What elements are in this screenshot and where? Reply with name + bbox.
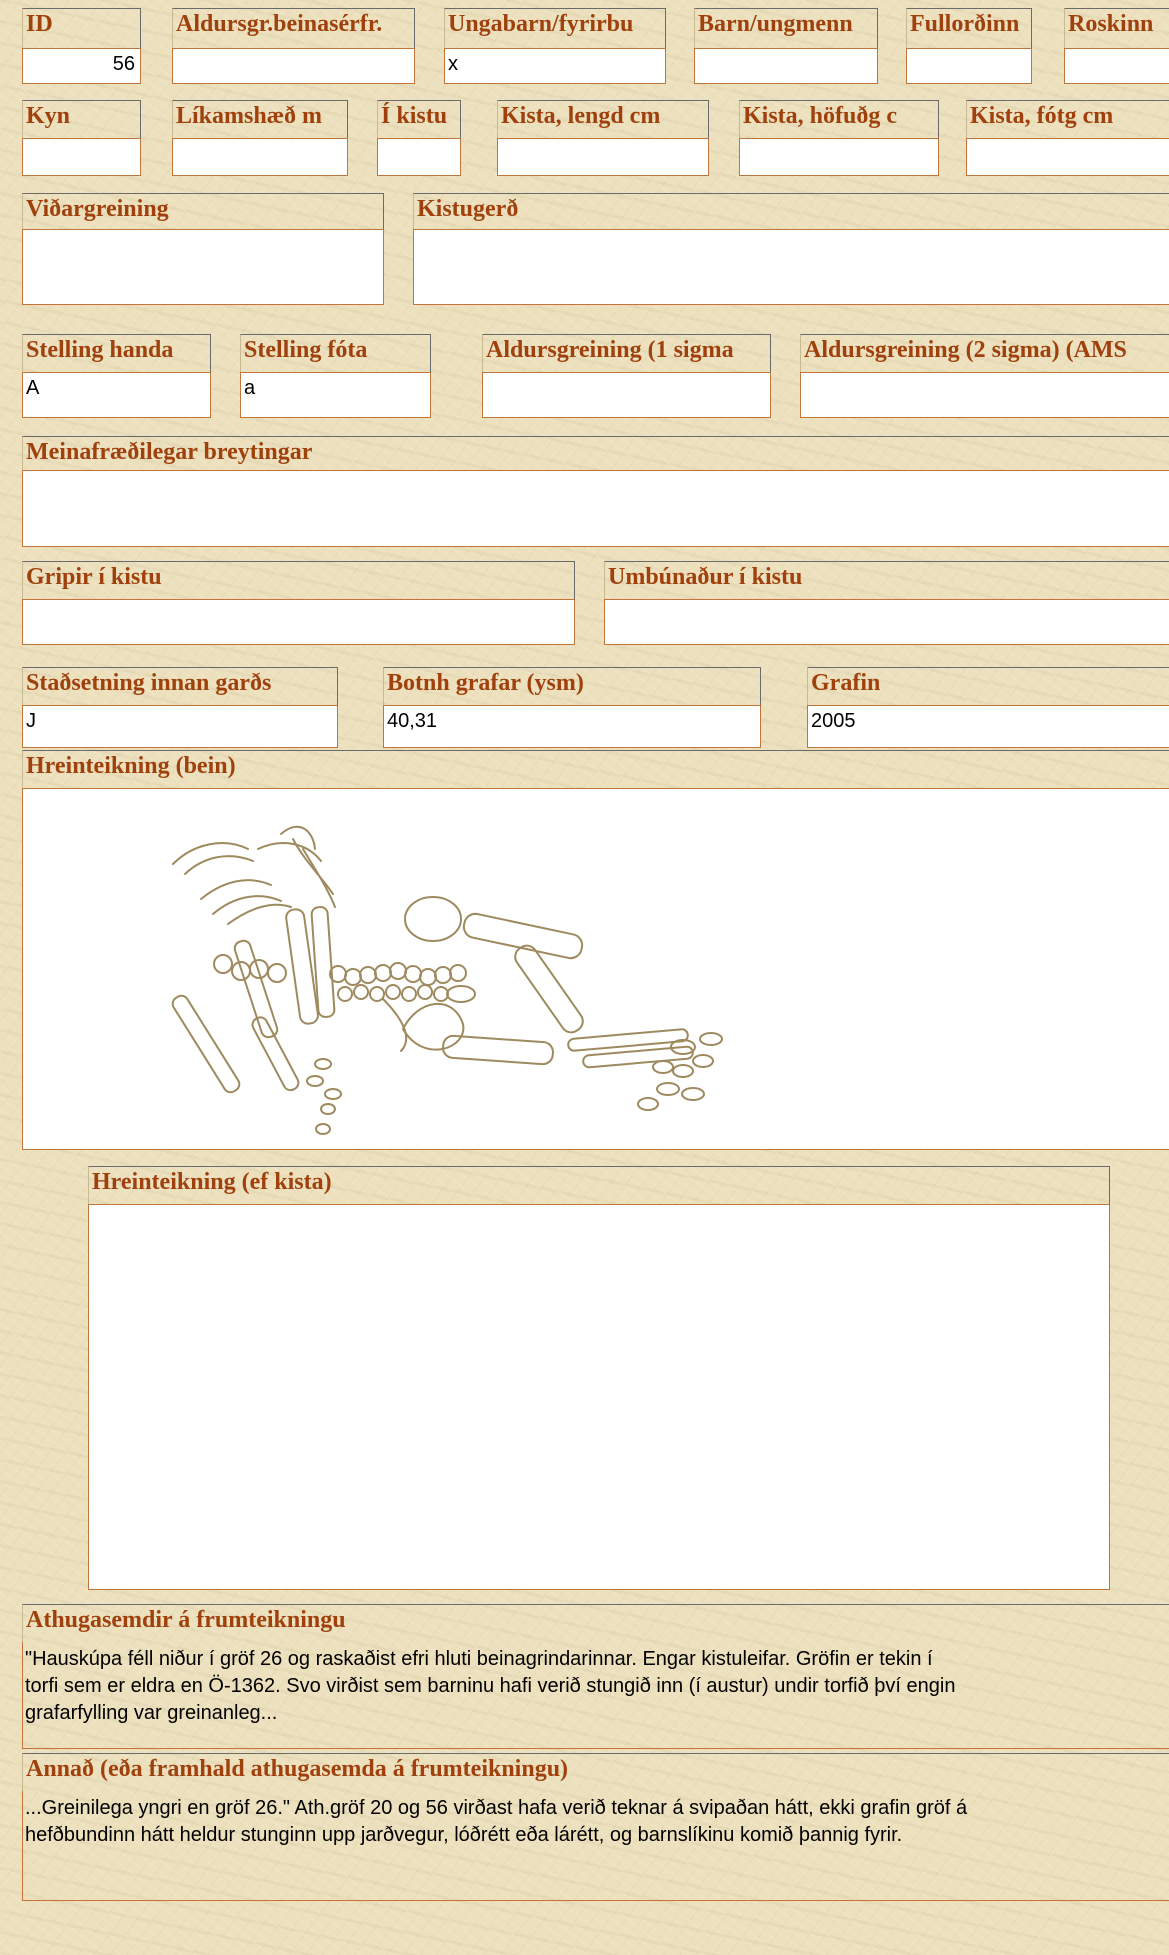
label-grafin: Grafin	[807, 667, 1169, 705]
kista-lengd-field[interactable]	[497, 138, 709, 176]
kista-fotg-field[interactable]	[966, 138, 1169, 176]
umbunadur-field[interactable]	[604, 599, 1169, 645]
athugasemdir-line-3: grafarfylling var greinanleg...	[25, 1702, 278, 1724]
stadsetning-field[interactable]: J	[22, 705, 338, 748]
label-hreinteikning-kista: Hreinteikning (ef kista)	[88, 1166, 1110, 1204]
athugasemdir-line-2: torfi sem er eldra en Ö-1362. Svo virðis…	[25, 1675, 956, 1697]
kyn-field[interactable]	[22, 138, 141, 176]
aldursgr-beinasfr-field[interactable]	[172, 48, 415, 84]
label-meinafraedilegar: Meinafræðilegar breytingar	[22, 436, 1169, 470]
label-kistugerd: Kistugerð	[413, 193, 1169, 229]
barn-ungmenn-field[interactable]	[694, 48, 878, 84]
stelling-fota-field[interactable]: a	[240, 372, 431, 418]
annad-line-2: hefðbundinn hátt heldur stunginn upp jar…	[25, 1824, 903, 1846]
annad-field[interactable]: ...Greinilega yngri en gröf 26." Ath.grö…	[22, 1791, 1169, 1901]
fullordinn-field[interactable]	[906, 48, 1032, 84]
label-barn-ungmenn: Barn/ungmenn	[694, 8, 878, 48]
annad-line-1: ...Greinilega yngri en gröf 26." Ath.grö…	[25, 1797, 968, 1819]
label-id: ID	[22, 8, 141, 48]
likamshaed-field[interactable]	[172, 138, 348, 176]
label-roskinn: Roskinn	[1064, 8, 1169, 48]
label-botnh: Botnh grafar (ysm)	[383, 667, 761, 705]
label-kista-lengd: Kista, lengd cm	[497, 100, 709, 138]
label-aldursgr-beinasfr: Aldursgr.beinasérfr.	[172, 8, 415, 48]
skeleton-drawing-panel	[22, 788, 1169, 1150]
coffin-drawing-panel	[88, 1204, 1110, 1590]
id-field[interactable]: 56	[22, 48, 141, 84]
i-kistu-field[interactable]	[377, 138, 461, 176]
label-stelling-handa: Stelling handa	[22, 334, 211, 372]
vidargreining-field[interactable]	[22, 229, 384, 305]
label-stelling-fota: Stelling fóta	[240, 334, 431, 372]
botnh-field[interactable]: 40,31	[383, 705, 761, 748]
label-hreinteikning-bein: Hreinteikning (bein)	[22, 750, 1169, 788]
aldursgreining-1-field[interactable]	[482, 372, 771, 418]
label-vidargreining: Viðargreining	[22, 193, 384, 229]
skeleton-drawing	[171, 825, 723, 1135]
label-ungabarn: Ungabarn/fyrirbu	[444, 8, 666, 48]
athugasemdir-field[interactable]: "Hauskúpa féll niður í gröf 26 og raskað…	[22, 1642, 1169, 1749]
stelling-handa-field[interactable]: A	[22, 372, 211, 418]
label-i-kistu: Í kistu	[377, 100, 461, 138]
kistugerd-field[interactable]	[413, 229, 1169, 305]
label-kyn: Kyn	[22, 100, 141, 138]
label-likamshaed: Líkamshæð m	[172, 100, 348, 138]
label-aldursgreining-2: Aldursgreining (2 sigma) (AMS	[800, 334, 1169, 372]
athugasemdir-line-1: "Hauskúpa féll niður í gröf 26 og raskað…	[25, 1648, 933, 1670]
ungabarn-field[interactable]: x	[444, 48, 666, 84]
grafin-field[interactable]: 2005	[807, 705, 1169, 748]
label-annad: Annað (eða framhald athugasemda á frumte…	[22, 1753, 1169, 1791]
label-stadsetning: Staðsetning innan garðs	[22, 667, 338, 705]
label-kista-hofud: Kista, höfuðg c	[739, 100, 939, 138]
label-gripir: Gripir í kistu	[22, 561, 575, 599]
kista-hofud-field[interactable]	[739, 138, 939, 176]
roskinn-field[interactable]	[1064, 48, 1169, 84]
gripir-field[interactable]	[22, 599, 575, 645]
meinafraedilegar-field[interactable]	[22, 470, 1169, 547]
label-athugasemdir: Athugasemdir á frumteikningu	[22, 1604, 1169, 1642]
label-aldursgreining-1: Aldursgreining (1 sigma	[482, 334, 771, 372]
label-umbunadur: Umbúnaður í kistu	[604, 561, 1169, 599]
label-kista-fotg: Kista, fótg cm	[966, 100, 1169, 138]
label-fullordinn: Fullorðinn	[906, 8, 1032, 48]
aldursgreining-2-field[interactable]	[800, 372, 1169, 418]
